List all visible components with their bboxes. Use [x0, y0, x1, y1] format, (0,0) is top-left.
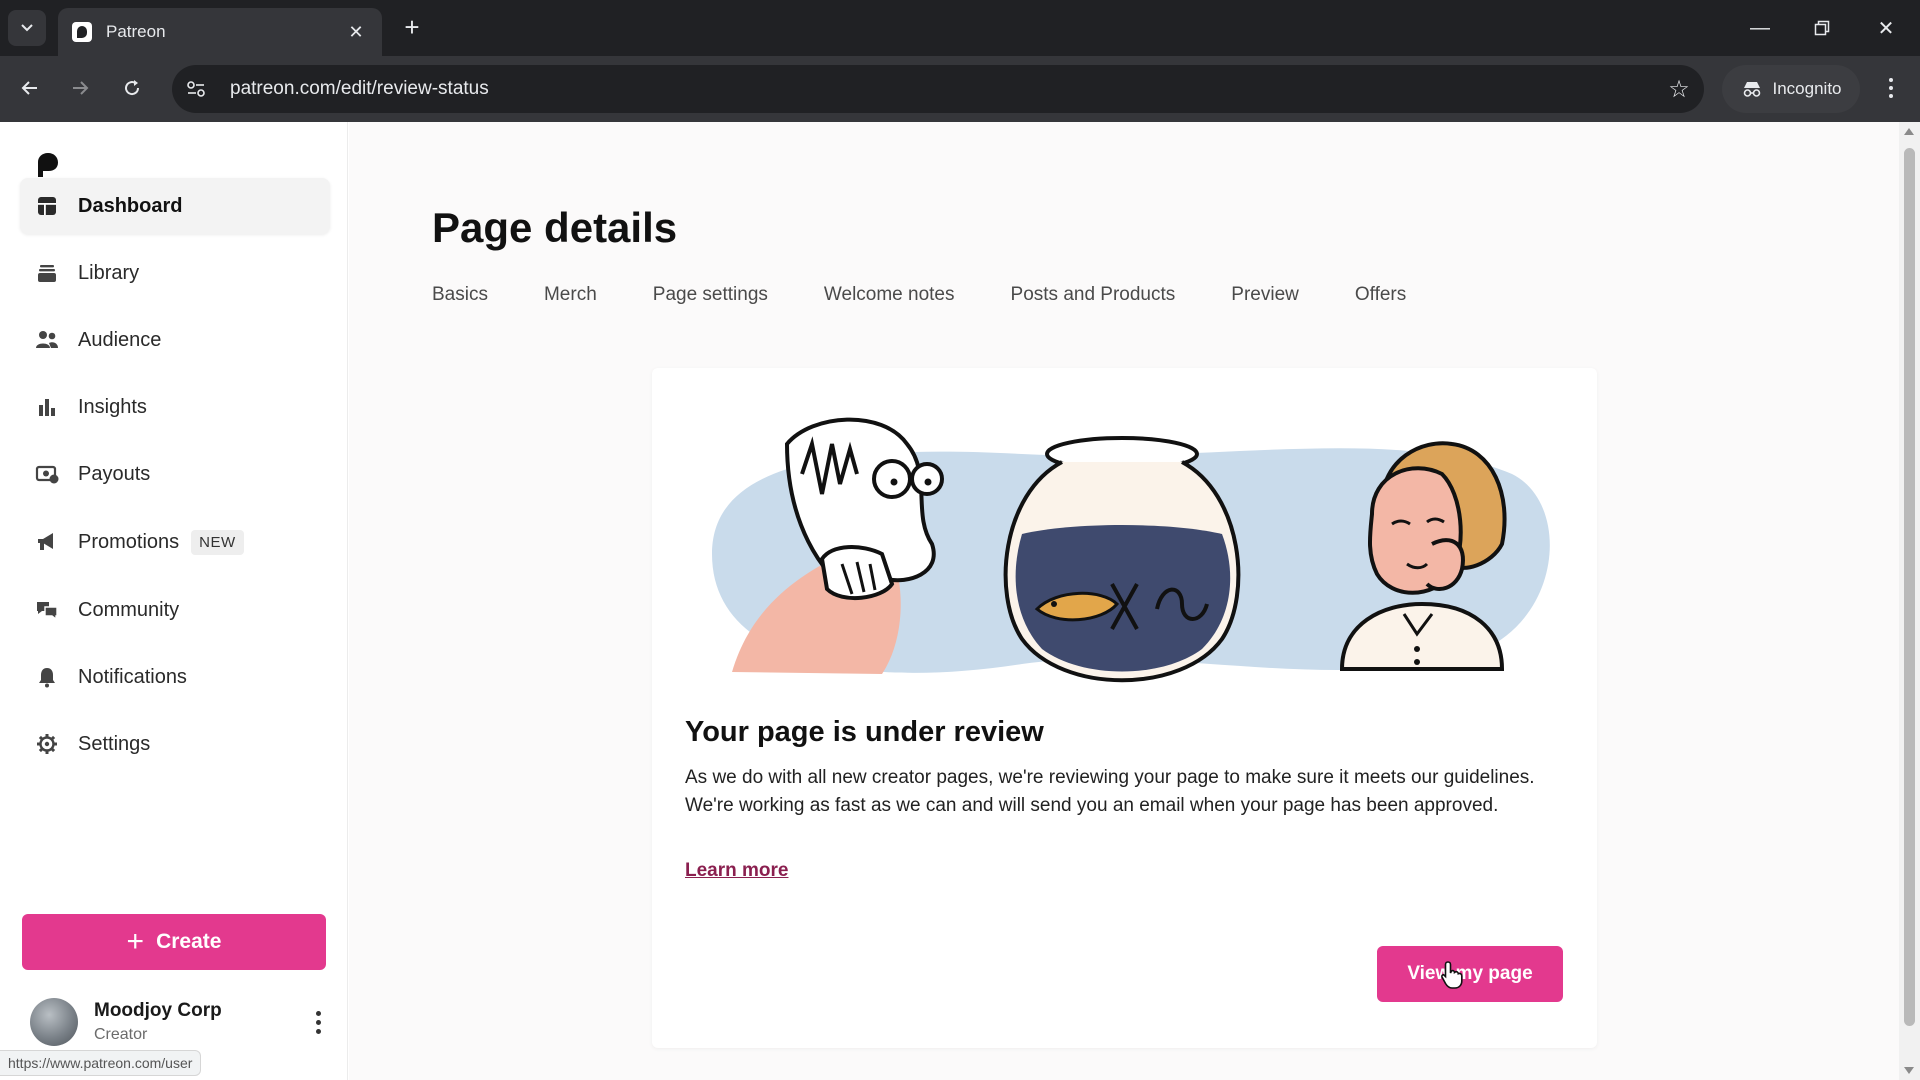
create-button[interactable]: + Create: [22, 914, 326, 970]
view-my-page-button[interactable]: View my page: [1377, 946, 1563, 1002]
browser-tab[interactable]: Patreon ✕: [58, 8, 382, 56]
sidebar-item-label: Audience: [78, 328, 162, 351]
community-icon: [34, 597, 60, 623]
forward-arrow-icon[interactable]: [62, 70, 98, 106]
create-label: Create: [156, 930, 222, 953]
sidebar-item-payouts[interactable]: Payouts: [20, 446, 330, 502]
sidebar-item-label: Notifications: [78, 665, 187, 688]
sidebar-item-label: Library: [78, 261, 140, 284]
tab-welcome-notes[interactable]: Welcome notes: [824, 284, 955, 306]
sidebar-item-settings[interactable]: Settings: [20, 716, 330, 772]
insights-icon: [34, 394, 60, 420]
review-title: Your page is under review: [685, 716, 1044, 748]
payouts-icon: [34, 461, 60, 487]
browser-toolbar: patreon.com/edit/review-status ☆ Incogni…: [0, 56, 1920, 122]
promotions-icon: [34, 529, 60, 555]
scroll-up-arrow-icon[interactable]: [1904, 128, 1914, 135]
page-title: Page details: [432, 204, 678, 251]
browser-tab-bar: Patreon ✕ + — ✕: [0, 0, 1920, 56]
page-tabs: Basics Merch Page settings Welcome notes…: [432, 284, 1406, 306]
page-scrollbar[interactable]: [1899, 122, 1920, 1080]
plus-icon: +: [126, 925, 145, 958]
patreon-favicon-icon: [72, 22, 92, 42]
tab-posts-and-products[interactable]: Posts and Products: [1011, 284, 1176, 306]
close-window-icon[interactable]: ✕: [1856, 6, 1916, 50]
tab-offers[interactable]: Offers: [1355, 284, 1406, 306]
sidebar: Dashboard Library Audience Insights Payo…: [0, 122, 348, 1080]
scrollbar-thumb[interactable]: [1904, 148, 1915, 1026]
sidebar-item-dashboard[interactable]: Dashboard: [20, 178, 330, 234]
review-status-card: Your page is under review As we do with …: [652, 368, 1597, 1048]
bell-icon: [34, 664, 60, 690]
bookmark-star-icon[interactable]: ☆: [1654, 75, 1704, 104]
sidebar-item-library[interactable]: Library: [20, 245, 330, 301]
sidebar-item-label: Dashboard: [78, 194, 183, 217]
tab-page-settings[interactable]: Page settings: [653, 284, 768, 306]
sidebar-item-audience[interactable]: Audience: [20, 312, 330, 368]
avatar[interactable]: [30, 998, 78, 1046]
patreon-logo-icon[interactable]: [36, 152, 60, 178]
learn-more-link[interactable]: Learn more: [685, 860, 788, 882]
link-status-url: https://www.patreon.com/user: [0, 1050, 202, 1076]
minimize-icon[interactable]: —: [1730, 6, 1790, 50]
sidebar-item-community[interactable]: Community: [20, 582, 330, 638]
library-icon: [34, 260, 60, 286]
sidebar-item-label: Promotions: [78, 530, 180, 553]
sidebar-item-notifications[interactable]: Notifications: [20, 649, 330, 705]
incognito-label: Incognito: [1772, 79, 1842, 98]
browser-menu-icon[interactable]: [1876, 70, 1906, 106]
hand-cursor-icon: [1441, 961, 1463, 989]
tab-title: Patreon: [106, 22, 166, 41]
tab-merch[interactable]: Merch: [544, 284, 597, 306]
tab-close-icon[interactable]: ✕: [344, 22, 368, 43]
review-description: As we do with all new creator pages, we'…: [685, 767, 1535, 816]
sidebar-item-label: Settings: [78, 732, 151, 755]
reload-icon[interactable]: [114, 70, 150, 106]
sidebar-item-label: Community: [78, 598, 180, 621]
incognito-icon: [1743, 82, 1760, 97]
chevron-down-icon: [21, 24, 33, 32]
tab-basics[interactable]: Basics: [432, 284, 488, 306]
restore-icon[interactable]: [1792, 6, 1852, 50]
tab-search-button[interactable]: [8, 10, 46, 46]
tab-preview[interactable]: Preview: [1231, 284, 1299, 306]
scroll-down-arrow-icon[interactable]: [1904, 1067, 1914, 1074]
review-illustration: [712, 417, 1550, 683]
address-bar[interactable]: patreon.com/edit/review-status ☆: [172, 65, 1704, 113]
sidebar-item-label: Insights: [78, 395, 147, 418]
audience-icon: [34, 327, 60, 353]
site-info-icon[interactable]: [172, 65, 220, 113]
sidebar-item-promotions[interactable]: Promotions NEW: [20, 514, 330, 570]
url-text[interactable]: patreon.com/edit/review-status: [230, 78, 1654, 100]
new-badge: NEW: [191, 529, 244, 555]
back-arrow-icon[interactable]: [12, 70, 48, 106]
incognito-indicator[interactable]: Incognito: [1722, 65, 1860, 113]
user-name: Moodjoy Corp: [94, 1000, 222, 1021]
user-role: Creator: [94, 1026, 148, 1043]
user-menu-icon[interactable]: [306, 1010, 330, 1034]
dashboard-icon: [34, 193, 60, 219]
sidebar-item-insights[interactable]: Insights: [20, 379, 330, 435]
main-content: Page details Basics Merch Page settings …: [349, 122, 1899, 1080]
sidebar-item-label: Payouts: [78, 462, 151, 485]
user-account[interactable]: Moodjoy Corp Creator: [30, 994, 330, 1050]
new-tab-button[interactable]: +: [396, 12, 428, 44]
gear-icon: [34, 731, 60, 757]
